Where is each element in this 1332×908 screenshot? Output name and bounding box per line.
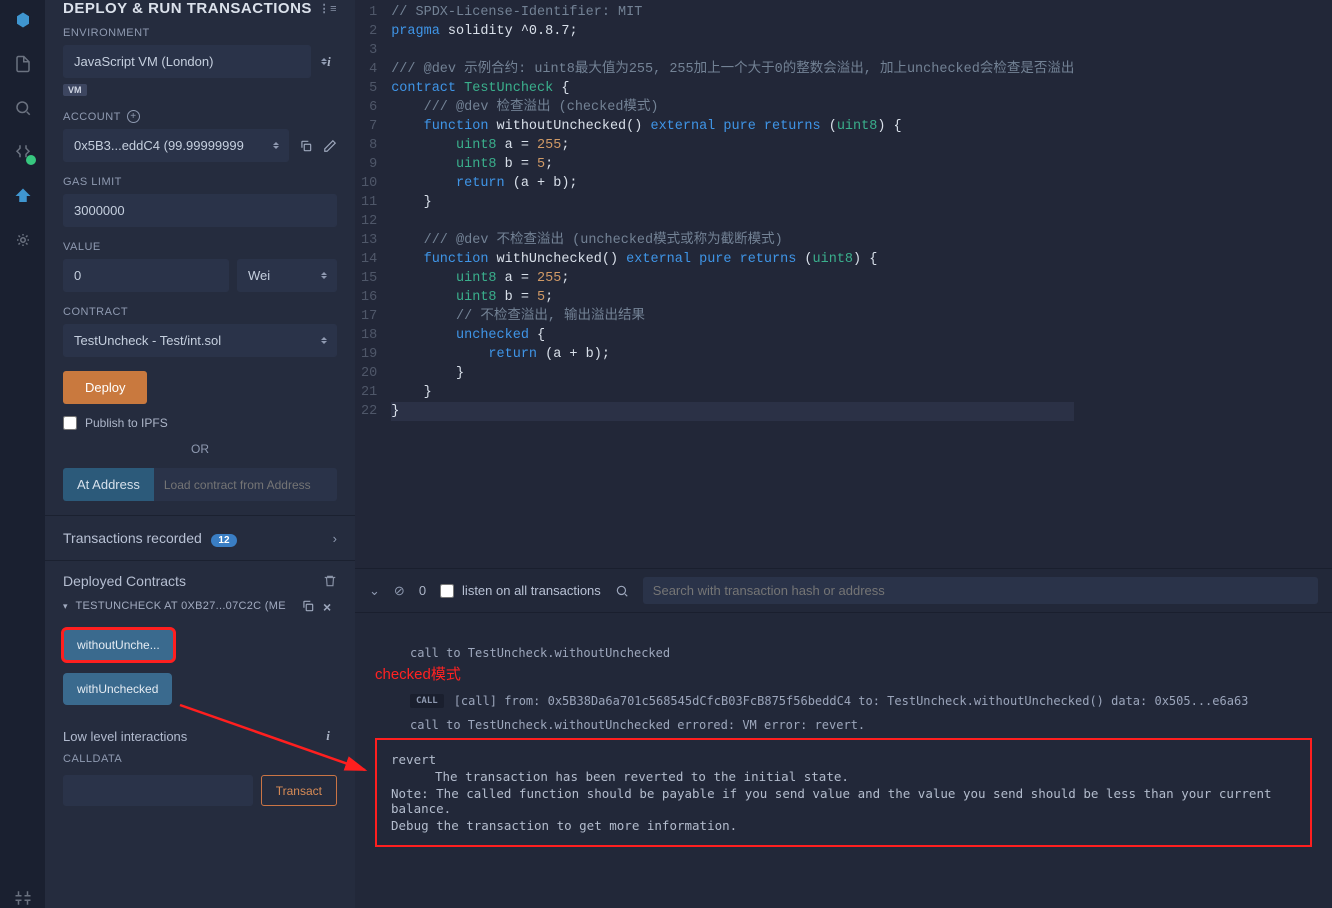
remix-logo-icon[interactable] xyxy=(13,10,33,30)
publish-ipfs-label: Publish to IPFS xyxy=(85,416,168,430)
copy-account-icon[interactable] xyxy=(299,139,313,153)
tx-count-badge: 12 xyxy=(211,534,236,547)
account-label: ACCOUNT xyxy=(63,111,121,123)
files-icon[interactable] xyxy=(13,54,33,74)
value-label: VALUE xyxy=(63,241,337,253)
environment-info-icon[interactable]: i xyxy=(321,53,337,71)
main-area: 12345678910111213141516171819202122 // S… xyxy=(355,0,1332,908)
terminal-clear-icon[interactable]: ⊘ xyxy=(394,583,405,599)
search-icon[interactable] xyxy=(13,98,33,118)
code-editor[interactable]: 12345678910111213141516171819202122 // S… xyxy=(355,0,1332,568)
account-select[interactable]: 0x5B3...eddC4 (99.99999999 xyxy=(63,129,289,162)
compile-icon[interactable] xyxy=(13,142,33,162)
terminal-panel: ⌄ ⊘ 0 listen on all transactions call to… xyxy=(355,568,1332,908)
panel-title: DEPLOY & RUN TRANSACTIONS xyxy=(63,0,312,17)
panel-settings-icon[interactable]: ⋮≡ xyxy=(319,2,337,15)
calldata-input[interactable] xyxy=(63,775,253,806)
plugin-icon[interactable] xyxy=(13,888,33,908)
gas-limit-label: GAS LIMIT xyxy=(63,176,337,188)
annotation-checked-mode: checked模式 xyxy=(375,663,1312,684)
value-amount-input[interactable] xyxy=(63,259,229,292)
low-level-label: Low level interactions xyxy=(63,729,187,744)
icon-sidebar xyxy=(0,0,45,908)
deployed-contract-item[interactable]: ▾ TESTUNCHECK AT 0XB27...07C2C (ME × xyxy=(63,599,337,613)
environment-select[interactable]: JavaScript VM (London) xyxy=(63,45,311,78)
at-address-input[interactable] xyxy=(154,468,337,501)
terminal-search-input[interactable] xyxy=(653,583,1308,598)
contract-label: CONTRACT xyxy=(63,306,337,318)
low-level-info-icon[interactable]: i xyxy=(319,727,337,745)
at-address-button[interactable]: At Address xyxy=(63,468,154,501)
vm-badge: VM xyxy=(63,84,87,96)
or-divider: OR xyxy=(63,442,337,456)
listen-all-checkbox[interactable] xyxy=(440,584,454,598)
revert-box: revert The transaction has been reverted… xyxy=(375,738,1312,847)
gas-limit-input[interactable] xyxy=(63,194,337,227)
contract-select[interactable]: TestUncheck - Test/int.sol xyxy=(63,324,337,357)
terminal-call-detail: [call] from: 0x5B38Da6a701c568545dCfcB03… xyxy=(454,694,1249,708)
close-contract-icon[interactable]: × xyxy=(323,599,337,613)
chevron-right-icon: › xyxy=(333,531,337,546)
listen-all-label: listen on all transactions xyxy=(462,583,601,598)
call-tag-badge: CALL xyxy=(410,694,444,708)
chevron-down-icon: ▾ xyxy=(63,601,68,612)
deployed-contracts-title: Deployed Contracts xyxy=(63,573,186,589)
function-withoutunchecked-button[interactable]: withoutUnche... xyxy=(63,629,174,661)
terminal-search-icon[interactable] xyxy=(615,584,629,598)
calldata-label: CALLDATA xyxy=(63,753,337,765)
pending-tx-count: 0 xyxy=(419,583,426,598)
deploy-button[interactable]: Deploy xyxy=(63,371,147,404)
transactions-recorded-toggle[interactable]: Transactions recorded 12 › xyxy=(45,515,355,560)
publish-ipfs-checkbox[interactable] xyxy=(63,416,77,430)
terminal-error-line: call to TestUncheck.withoutUnchecked err… xyxy=(375,718,1312,732)
function-withunchecked-button[interactable]: withUnchecked xyxy=(63,673,172,705)
transact-button[interactable]: Transact xyxy=(261,775,337,806)
debug-icon[interactable] xyxy=(13,230,33,250)
clear-deployed-icon[interactable] xyxy=(323,574,337,588)
add-account-icon[interactable]: + xyxy=(127,110,140,123)
deploy-panel: DEPLOY & RUN TRANSACTIONS ⋮≡ ENVIRONMENT… xyxy=(45,0,355,908)
environment-label: ENVIRONMENT xyxy=(63,27,337,39)
value-unit-select[interactable]: Wei xyxy=(237,259,337,292)
edit-account-icon[interactable] xyxy=(323,139,337,153)
deploy-icon[interactable] xyxy=(13,186,33,206)
terminal-line: call to TestUncheck.withoutUnchecked xyxy=(375,646,1312,660)
copy-address-icon[interactable] xyxy=(301,599,315,613)
terminal-collapse-icon[interactable]: ⌄ xyxy=(369,583,380,599)
